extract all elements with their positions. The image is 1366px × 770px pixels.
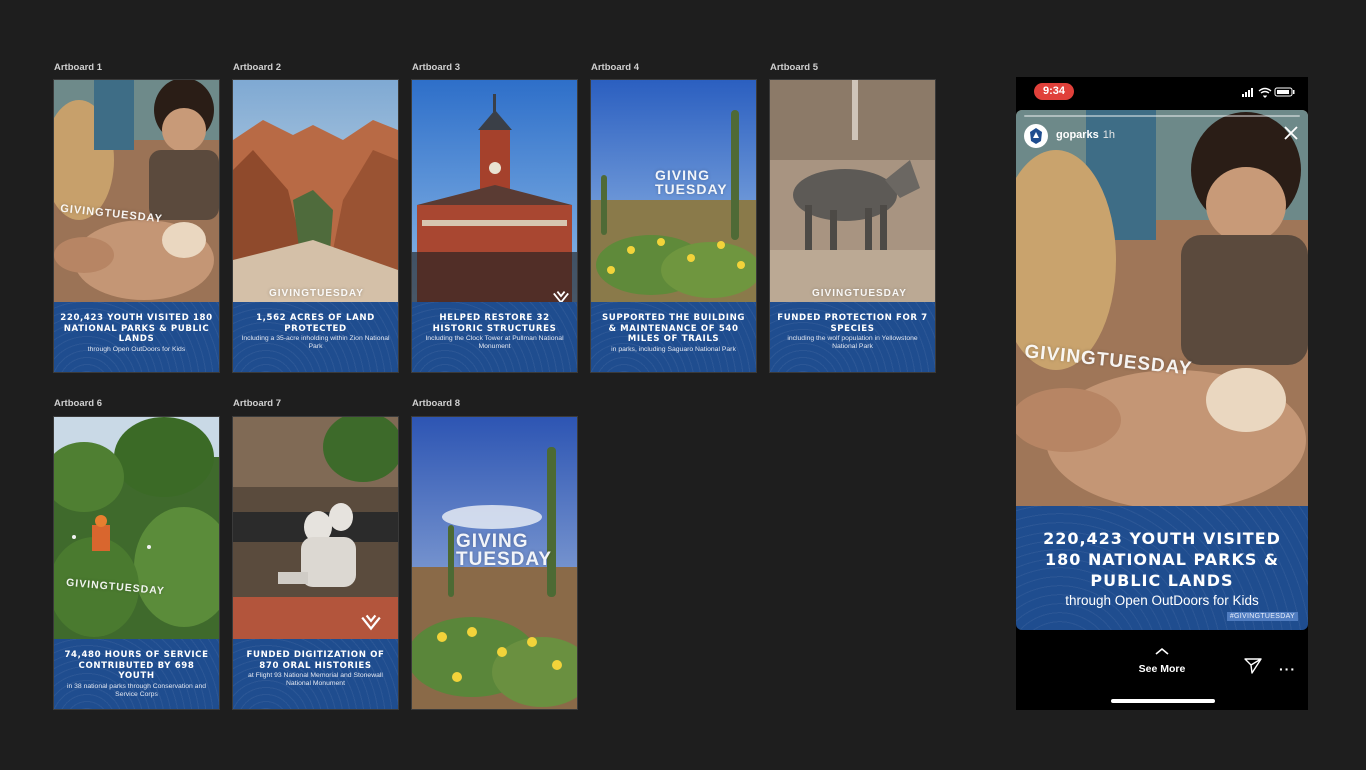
saguaro-photo: GIVING TUESDAY [591,80,756,302]
story-headline-line: PUBLIC LANDS [1090,571,1234,590]
account-handle[interactable]: goparks [1056,129,1099,141]
hashtag-badge: #GIVINGTUESDAY [1226,612,1298,621]
artboard-label[interactable]: Artboard 3 [412,62,460,73]
see-more-button[interactable]: See More [1016,663,1308,675]
giving-tuesday-heart-icon [553,291,569,302]
story-subline: through Open OutDoors for Kids [1065,593,1259,608]
phone-preview: 9:34 GIVINGTUESDAY 220,423 YOUTH VISITED… [1016,77,1308,710]
stat-headline: HELPED RESTORE 32 HISTORIC STRUCTURES [432,313,557,334]
artboard-label[interactable]: Artboard 5 [770,62,818,73]
giving-tuesday-watermark: GIVINGTUESDAY [269,288,364,299]
story-stat-panel: 220,423 YOUTH VISITED 180 NATIONAL PARKS… [1016,506,1308,630]
artboard-3[interactable]: HELPED RESTORE 32 HISTORIC STRUCTURES In… [411,79,578,373]
chevron-up-icon[interactable] [1154,647,1170,656]
giving-tuesday-watermark: GIVING TUESDAY [456,532,553,570]
canyon-photo: GIVINGTUESDAY [233,80,398,302]
stat-headline: SUPPORTED THE BUILDING & MAINTENANCE OF … [601,313,746,345]
stat-headline: 220,423 YOUTH VISITED 180 NATIONAL PARKS… [60,313,213,345]
stat-panel: 220,423 YOUTH VISITED 180 NATIONAL PARKS… [54,302,219,372]
stat-panel: 74,480 HOURS OF SERVICE CONTRIBUTED BY 6… [54,639,219,709]
stat-subline: Including a 35-acre inholding within Zio… [241,335,390,351]
artboard-6[interactable]: GIVINGTUESDAY 74,480 HOURS OF SERVICE CO… [53,416,220,710]
stat-headline: FUNDED PROTECTION FOR 7 SPECIES [777,313,928,334]
kids-photo: GIVINGTUESDAY [54,80,219,302]
story-headline-line: 220,423 YOUTH VISITED [1043,529,1281,548]
stat-panel: FUNDED DIGITIZATION OF 870 ORAL HISTORIE… [233,639,398,709]
story-headline-line: 180 NATIONAL PARKS & [1045,550,1279,569]
artboard-label[interactable]: Artboard 2 [233,62,281,73]
stat-subline: at Flight 93 National Memorial and Stone… [248,672,383,688]
stat-headline: 74,480 HOURS OF SERVICE CONTRIBUTED BY 6… [64,650,209,682]
artboard-7[interactable]: FUNDED DIGITIZATION OF 870 ORAL HISTORIE… [232,416,399,710]
stat-panel: 1,562 ACRES OF LAND PROTECTED Including … [233,302,398,372]
stat-headline: 1,562 ACRES OF LAND PROTECTED [256,313,375,334]
stat-panel: SUPPORTED THE BUILDING & MAINTENANCE OF … [591,302,756,372]
service-photo: GIVINGTUESDAY [54,417,219,639]
artboard-1[interactable]: GIVINGTUESDAY 220,423 YOUTH VISITED 180 … [53,79,220,373]
stat-panel: HELPED RESTORE 32 HISTORIC STRUCTURES In… [412,302,577,372]
story-kids-photo: GIVINGTUESDAY [1016,110,1308,506]
artboard-label[interactable]: Artboard 6 [54,398,102,409]
status-time: 9:34 [1034,83,1074,100]
artboard-8[interactable]: GIVING TUESDAY [411,416,578,710]
story-card[interactable]: GIVINGTUESDAY 220,423 YOUTH VISITED 180 … [1016,110,1308,630]
artboard-label[interactable]: Artboard 1 [54,62,102,73]
stat-subline: through Open OutDoors for Kids [87,345,186,353]
stat-subline: including the wolf population in Yellows… [787,335,918,351]
wolf-photo: GIVINGTUESDAY [770,80,935,302]
giving-tuesday-watermark: GIVING TUESDAY [655,168,728,196]
stat-panel: FUNDED PROTECTION FOR 7 SPECIES includin… [770,302,935,372]
account-name[interactable]: goparks 1h [1056,129,1115,141]
close-icon[interactable] [1282,124,1300,142]
giving-text: GIVING [655,167,711,183]
status-icons [1242,87,1295,98]
tuesday-text: TUESDAY [655,181,728,197]
tuesday-text: TUESDAY [456,549,553,570]
artboard-label[interactable]: Artboard 8 [412,398,460,409]
post-age: 1h [1102,129,1116,141]
artboard-5[interactable]: GIVINGTUESDAY FUNDED PROTECTION FOR 7 SP… [769,79,936,373]
avatar[interactable] [1024,124,1048,148]
artboard-label[interactable]: Artboard 7 [233,398,281,409]
story-progress-bar [1024,115,1300,117]
giving-tuesday-heart-icon [361,614,381,631]
nps-arrowhead-icon [1025,125,1047,147]
giving-tuesday-watermark: GIVINGTUESDAY [812,288,907,299]
statue-photo [233,417,398,639]
home-indicator [1111,699,1215,703]
more-options-icon[interactable]: ··· [1279,661,1296,677]
stat-subline: Including the Clock Tower at Pullman Nat… [425,335,564,351]
clock-tower-photo [412,80,577,302]
artboard-4[interactable]: GIVING TUESDAY SUPPORTED THE BUILDING & … [590,79,757,373]
stat-subline: in parks, including Saguaro National Par… [611,345,736,353]
stat-subline: in 38 national parks through Conservatio… [66,682,207,698]
stat-headline: FUNDED DIGITIZATION OF 870 ORAL HISTORIE… [246,650,385,671]
send-icon[interactable] [1244,657,1262,675]
artboard-label[interactable]: Artboard 4 [591,62,639,73]
artboard-2[interactable]: GIVINGTUESDAY 1,562 ACRES OF LAND PROTEC… [232,79,399,373]
